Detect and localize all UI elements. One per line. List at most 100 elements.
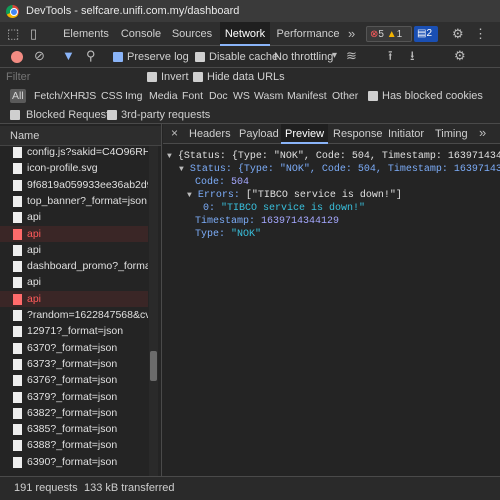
tab-headers[interactable]: Headers: [189, 124, 231, 144]
request-row[interactable]: api: [0, 274, 148, 290]
type-doc[interactable]: Doc: [209, 89, 228, 103]
disable-cache-label: Disable cache: [209, 51, 279, 63]
request-row[interactable]: top_banner?_format=json: [0, 193, 148, 209]
request-row[interactable]: api: [0, 209, 148, 225]
request-row[interactable]: 6373?_format=json: [0, 356, 148, 372]
preserve-log-checkbox[interactable]: [113, 52, 123, 62]
file-icon: [13, 293, 22, 305]
request-row[interactable]: api: [0, 225, 148, 242]
search-icon[interactable]: ⚲: [86, 44, 96, 68]
request-row[interactable]: ?random=1622847568&cv=9: [0, 307, 148, 323]
more-options-icon[interactable]: ⋮: [474, 22, 487, 46]
disable-cache-checkbox[interactable]: [195, 52, 205, 62]
name-column-header: Name: [10, 130, 40, 142]
request-row[interactable]: 6388?_format=json: [0, 437, 148, 453]
close-detail-icon[interactable]: ×: [171, 121, 178, 145]
preserve-log-label: Preserve log: [127, 51, 189, 63]
request-row[interactable]: 6382?_format=json: [0, 405, 148, 421]
file-icon: [13, 358, 22, 370]
list-scrollbar[interactable]: [149, 146, 158, 476]
settings-gear-icon[interactable]: ⚙: [452, 22, 464, 46]
tab-preview[interactable]: Preview: [281, 124, 329, 144]
error-count: 5: [378, 29, 384, 40]
request-row[interactable]: 12971?_format=json: [0, 323, 148, 339]
device-toolbar-icon[interactable]: ▯: [30, 22, 37, 46]
import-har-icon[interactable]: ⭱: [388, 44, 393, 68]
inspect-element-icon[interactable]: ⬚: [7, 22, 19, 46]
filter-row: Invert Hide data URLs: [0, 68, 500, 86]
type-all[interactable]: All: [10, 89, 26, 103]
more-detail-tabs-icon[interactable]: »: [479, 121, 486, 145]
preview-timestamp-row: Timestamp: 1639714344129: [195, 215, 339, 228]
more-tabs-icon[interactable]: »: [348, 22, 355, 46]
request-row[interactable]: dashboard_promo?_format=js: [0, 258, 148, 274]
file-icon: [13, 310, 22, 321]
request-row[interactable]: api: [0, 290, 148, 307]
filter-input[interactable]: [6, 70, 138, 84]
request-row[interactable]: 6379?_format=json: [0, 389, 148, 405]
type-manifest[interactable]: Manifest: [287, 89, 327, 103]
network-settings-gear-icon[interactable]: ⚙: [454, 44, 466, 68]
type-other[interactable]: Other: [332, 89, 358, 103]
expand-triangle-icon[interactable]: ▼: [179, 165, 184, 174]
hide-data-urls-checkbox[interactable]: [193, 72, 203, 82]
file-icon: [13, 440, 22, 452]
request-row[interactable]: 6370?_format=json: [0, 340, 148, 356]
type-fetch-xhr[interactable]: Fetch/XHR: [34, 89, 85, 103]
type-js[interactable]: JS: [84, 89, 96, 103]
request-name: 6382?_format=json: [27, 406, 118, 419]
tab-payload[interactable]: Payload: [239, 124, 279, 144]
request-row[interactable]: 6385?_format=json: [0, 421, 148, 437]
tab-performance[interactable]: Performance: [272, 22, 344, 46]
request-row[interactable]: icon-profile.svg: [0, 160, 148, 176]
type-media[interactable]: Media: [149, 89, 178, 103]
tab-network[interactable]: Network: [220, 22, 270, 46]
file-icon: [13, 277, 22, 289]
filter-funnel-icon[interactable]: ▼: [62, 44, 75, 68]
tab-console[interactable]: Console: [116, 22, 166, 46]
preview-errors-row[interactable]: ▼ Errors: ["TIBCO service is down!"]: [187, 189, 402, 202]
record-icon[interactable]: [11, 51, 23, 63]
preview-status-row[interactable]: ▼ Status: {Type: "NOK", Code: 504, Times…: [179, 163, 500, 176]
tab-elements[interactable]: Elements: [56, 22, 116, 46]
wifi-icon[interactable]: ≋: [346, 44, 357, 68]
list-scrollbar-thumb[interactable]: [150, 351, 157, 381]
tab-sources[interactable]: Sources: [166, 22, 218, 46]
preview-root-row[interactable]: ▼ {Status: {Type: "NOK", Code: 504, Time…: [167, 150, 500, 163]
messages-badge[interactable]: ▤2: [414, 26, 438, 42]
request-row[interactable]: config.js?sakid=C4O96RHPG: [0, 144, 148, 160]
request-list: Name config.js?sakid=C4O96RHPG icon-profi…: [0, 124, 162, 476]
expand-triangle-icon[interactable]: ▼: [187, 191, 192, 200]
request-row[interactable]: 6390?_format=json: [0, 454, 148, 470]
file-icon: [13, 424, 22, 436]
chevron-down-icon[interactable]: ▾: [332, 44, 337, 68]
has-blocked-cookies-checkbox[interactable]: [368, 91, 378, 101]
request-row[interactable]: 9f6819a059933ee36ab2d956C: [0, 177, 148, 193]
tab-initiator[interactable]: Initiator: [388, 124, 424, 144]
list-header[interactable]: Name: [0, 126, 161, 146]
file-icon: [13, 212, 22, 224]
preview-type-row: Type: "NOK": [195, 228, 261, 241]
blocked-requests-label: Blocked Requests: [26, 109, 115, 121]
type-css[interactable]: CSS: [101, 89, 123, 103]
request-count: 191 requests: [14, 482, 78, 494]
type-img[interactable]: Img: [125, 89, 143, 103]
tab-timing[interactable]: Timing: [435, 124, 468, 144]
code-value: 504: [231, 177, 250, 188]
third-party-checkbox[interactable]: [107, 110, 117, 120]
type-ws[interactable]: WS: [233, 89, 250, 103]
request-row[interactable]: api: [0, 242, 148, 258]
throttling-select[interactable]: No throttling: [274, 50, 333, 64]
clear-icon[interactable]: ⊘: [34, 44, 45, 68]
request-row[interactable]: 6376?_format=json: [0, 372, 148, 388]
issues-badge[interactable]: ⊗5 ▲1: [366, 26, 412, 42]
export-har-icon[interactable]: ⭳: [410, 44, 415, 68]
third-party-label: 3rd-party requests: [121, 109, 211, 121]
invert-checkbox[interactable]: [147, 72, 157, 82]
blocked-requests-checkbox[interactable]: [10, 110, 20, 120]
type-font[interactable]: Font: [182, 89, 203, 103]
expand-triangle-icon[interactable]: ▼: [167, 152, 172, 161]
type-wasm[interactable]: Wasm: [254, 89, 283, 103]
tab-response[interactable]: Response: [333, 124, 383, 144]
file-icon: [13, 179, 22, 191]
